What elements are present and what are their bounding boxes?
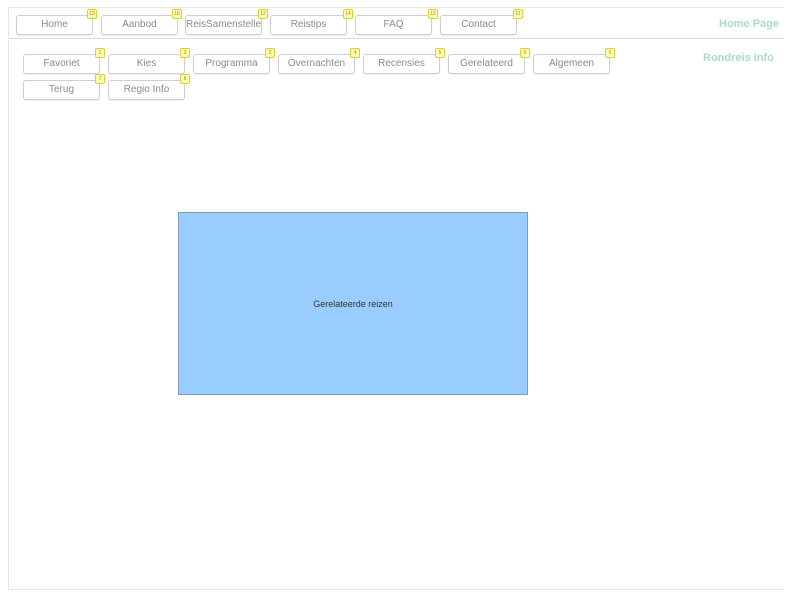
sub-tab-terug[interactable]: Terug bbox=[23, 80, 100, 100]
sub-tab-label: Terug bbox=[48, 84, 74, 95]
sub-badge: 4 bbox=[350, 48, 360, 58]
nav-badge: 12 bbox=[258, 9, 268, 19]
sub-tab-label: Algemeen bbox=[548, 58, 595, 69]
sub-tab-label: Programma bbox=[205, 58, 258, 69]
sub-tab-label: Gerelateerd bbox=[460, 58, 513, 69]
nav-badge: 13 bbox=[87, 9, 97, 19]
sub-badge: 8 bbox=[180, 74, 190, 84]
nav-tab-label: FAQ bbox=[383, 19, 404, 30]
sub-tab-label: Regio Info bbox=[123, 84, 170, 95]
sub-tab-label: Favoriet bbox=[43, 58, 80, 69]
section-title: Rondreis Info bbox=[703, 52, 774, 64]
nav-tab-reistips[interactable]: Reistips bbox=[270, 15, 347, 35]
nav-tab-faq[interactable]: FAQ bbox=[355, 15, 432, 35]
sub-tab-label: Recensies bbox=[378, 58, 425, 69]
sub-tab-recensies[interactable]: Recensies bbox=[363, 54, 440, 74]
nav-tab-home[interactable]: Home bbox=[16, 15, 93, 35]
related-trips-panel: Gerelateerde reizen bbox=[178, 212, 528, 395]
sub-badge: 2 bbox=[180, 48, 190, 58]
nav-tab-label: Aanbod bbox=[122, 19, 157, 30]
nav-tab-reissamensteller[interactable]: ReisSamenstelle bbox=[185, 15, 262, 35]
sub-tab-label: Kies bbox=[136, 58, 157, 69]
sub-tab-favoriet[interactable]: Favoriet bbox=[23, 54, 100, 74]
sub-tab-regio-info[interactable]: Regio Info bbox=[108, 80, 185, 100]
sub-badge: 6 bbox=[605, 48, 615, 58]
nav-tab-label: Reistips bbox=[290, 19, 327, 30]
nav-tab-aanbod[interactable]: Aanbod bbox=[101, 15, 178, 35]
nav-badge: 11 bbox=[513, 9, 523, 19]
page-title: Home Page bbox=[719, 18, 779, 30]
nav-tab-label: Home bbox=[41, 19, 68, 30]
nav-badge: 14 bbox=[343, 9, 353, 19]
sub-tab-programma[interactable]: Programma bbox=[193, 54, 270, 74]
nav-badge: 10 bbox=[172, 9, 182, 19]
sub-tab-algemeen[interactable]: Algemeen bbox=[533, 54, 610, 74]
nav-tab-label: ReisSamenstelle bbox=[186, 19, 262, 30]
nav-tab-label: Contact bbox=[461, 19, 496, 30]
nav-tab-contact[interactable]: Contact bbox=[440, 15, 517, 35]
sub-badge: 7 bbox=[95, 74, 105, 84]
sub-badge: 6 bbox=[520, 48, 530, 58]
sub-tab-overnachten[interactable]: Overnachten bbox=[278, 54, 355, 74]
sub-tab-kies[interactable]: Kies bbox=[108, 54, 185, 74]
sub-tab-gerelateerd[interactable]: Gerelateerd bbox=[448, 54, 525, 74]
sub-badge: 3 bbox=[265, 48, 275, 58]
sub-badge: 1 bbox=[95, 48, 105, 58]
panel-label: Gerelateerde reizen bbox=[313, 298, 393, 309]
sub-badge: 5 bbox=[435, 48, 445, 58]
nav-badge: 12 bbox=[428, 9, 438, 19]
sub-tab-label: Overnachten bbox=[287, 58, 346, 69]
